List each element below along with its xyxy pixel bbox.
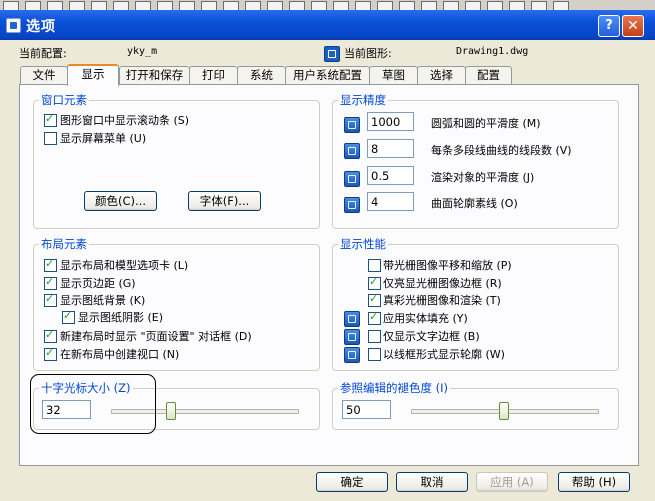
- raster-frame-checkbox[interactable]: [368, 275, 381, 290]
- tab-drafting[interactable]: 草图: [369, 66, 418, 84]
- drawing-saved-icon: [344, 347, 360, 363]
- window-elements-title: 窗口元素: [39, 92, 89, 108]
- true-color-label: 真彩光栅图像和渲染 (T): [383, 294, 501, 307]
- app-icon: [6, 18, 21, 33]
- silhouette-wireframe-checkbox[interactable]: [368, 348, 381, 361]
- arc-smoothness-input[interactable]: 1000: [367, 112, 414, 131]
- polyline-segments-label: 每条多段线曲线的线段数 (V): [431, 144, 572, 157]
- tab-plot[interactable]: 打印: [189, 66, 238, 84]
- margins-checkbox[interactable]: [44, 275, 57, 290]
- page-setup-dialog-checkbox[interactable]: [44, 328, 57, 343]
- paper-shadow-label: 显示图纸阴影 (E): [78, 311, 164, 324]
- cancel-button[interactable]: 取消: [396, 472, 468, 492]
- drawing-saved-icon: [344, 143, 360, 159]
- text-frame-checkbox[interactable]: [368, 330, 381, 343]
- drawing-saved-icon: [344, 171, 360, 187]
- drawing-saved-icon: [344, 117, 360, 133]
- text-frame-label: 仅显示文字边框 (B): [383, 330, 480, 343]
- tab-user-preferences[interactable]: 用户系统配置: [285, 66, 370, 84]
- screen-menu-label: 显示屏幕菜单 (U): [60, 132, 147, 145]
- paper-shadow-checkbox[interactable]: [62, 309, 75, 324]
- drawing-file-icon: [324, 46, 340, 62]
- tab-display[interactable]: 显示: [67, 64, 119, 86]
- display-performance-title: 显示性能: [338, 236, 388, 252]
- tab-system[interactable]: 系统: [237, 66, 286, 84]
- highlight-outline: [30, 374, 156, 434]
- scrollbars-label: 图形窗口中显示滚动条 (S): [60, 114, 190, 127]
- tab-selection[interactable]: 选择: [417, 66, 466, 84]
- margins-label: 显示页边距 (G): [60, 277, 136, 290]
- contour-lines-input[interactable]: 4: [367, 192, 414, 211]
- raster-pan-zoom-checkbox[interactable]: [368, 259, 381, 272]
- drawing-saved-icon: [344, 197, 360, 213]
- current-drawing-label: 当前图形:: [344, 47, 392, 60]
- crosshair-size-slider-thumb[interactable]: [166, 402, 176, 420]
- xref-fade-slider-thumb[interactable]: [499, 402, 509, 420]
- title-bar: 选项 ? ✕: [0, 10, 655, 40]
- fonts-button[interactable]: 字体(F)...: [188, 191, 261, 211]
- raster-pan-zoom-label: 带光栅图像平移和缩放 (P): [383, 259, 512, 272]
- create-viewport-checkbox[interactable]: [44, 346, 57, 361]
- xref-fade-title: 参照编辑的褪色度 (I): [338, 380, 451, 396]
- background-toolbar-strip: [0, 0, 655, 10]
- page-setup-dialog-label: 新建布局时显示 "页面设置" 对话框 (D): [60, 330, 252, 343]
- arc-smoothness-label: 圆弧和圆的平滑度 (M): [431, 117, 541, 130]
- layout-elements-title: 布局元素: [39, 236, 89, 252]
- colors-button[interactable]: 颜色(C)...: [84, 191, 157, 211]
- display-resolution-title: 显示精度: [338, 92, 388, 108]
- polyline-segments-input[interactable]: 8: [367, 139, 414, 158]
- current-profile-value: yky_m: [127, 46, 158, 57]
- rendered-smoothness-label: 渲染对象的平滑度 (J): [431, 171, 535, 184]
- current-drawing-value: Drawing1.dwg: [456, 46, 529, 57]
- paper-background-checkbox[interactable]: [44, 292, 57, 307]
- window-title: 选项: [26, 19, 56, 35]
- screen-menu-checkbox[interactable]: [44, 132, 57, 145]
- layout-tabs-label: 显示布局和模型选项卡 (L): [60, 259, 189, 272]
- help-button[interactable]: 帮助 (H): [558, 472, 630, 492]
- layout-tabs-checkbox[interactable]: [44, 257, 57, 272]
- tab-open-save[interactable]: 打开和保存: [119, 66, 190, 84]
- tab-files[interactable]: 文件: [20, 66, 68, 84]
- xref-fade-input[interactable]: 50: [342, 400, 391, 419]
- help-icon-button[interactable]: ?: [598, 15, 620, 37]
- rendered-smoothness-input[interactable]: 0.5: [367, 166, 414, 185]
- solid-fill-checkbox[interactable]: [368, 310, 381, 325]
- drawing-saved-icon: [344, 311, 360, 327]
- raster-frame-label: 仅亮显光栅图像边框 (R): [383, 277, 502, 290]
- contour-lines-label: 曲面轮廓素线 (O): [431, 197, 518, 210]
- create-viewport-label: 在新布局中创建视口 (N): [60, 348, 180, 361]
- scrollbars-checkbox[interactable]: [44, 112, 57, 127]
- tab-profiles[interactable]: 配置: [465, 66, 512, 84]
- silhouette-wireframe-label: 以线框形式显示轮廓 (W): [383, 348, 505, 361]
- solid-fill-label: 应用实体填充 (Y): [383, 312, 468, 325]
- true-color-checkbox[interactable]: [368, 292, 381, 307]
- paper-background-label: 显示图纸背景 (K): [60, 294, 146, 307]
- current-profile-label: 当前配置:: [19, 47, 67, 60]
- drawing-saved-icon: [344, 329, 360, 345]
- close-button[interactable]: ✕: [622, 15, 644, 37]
- apply-button[interactable]: 应用 (A): [476, 472, 548, 492]
- ok-button[interactable]: 确定: [316, 472, 388, 492]
